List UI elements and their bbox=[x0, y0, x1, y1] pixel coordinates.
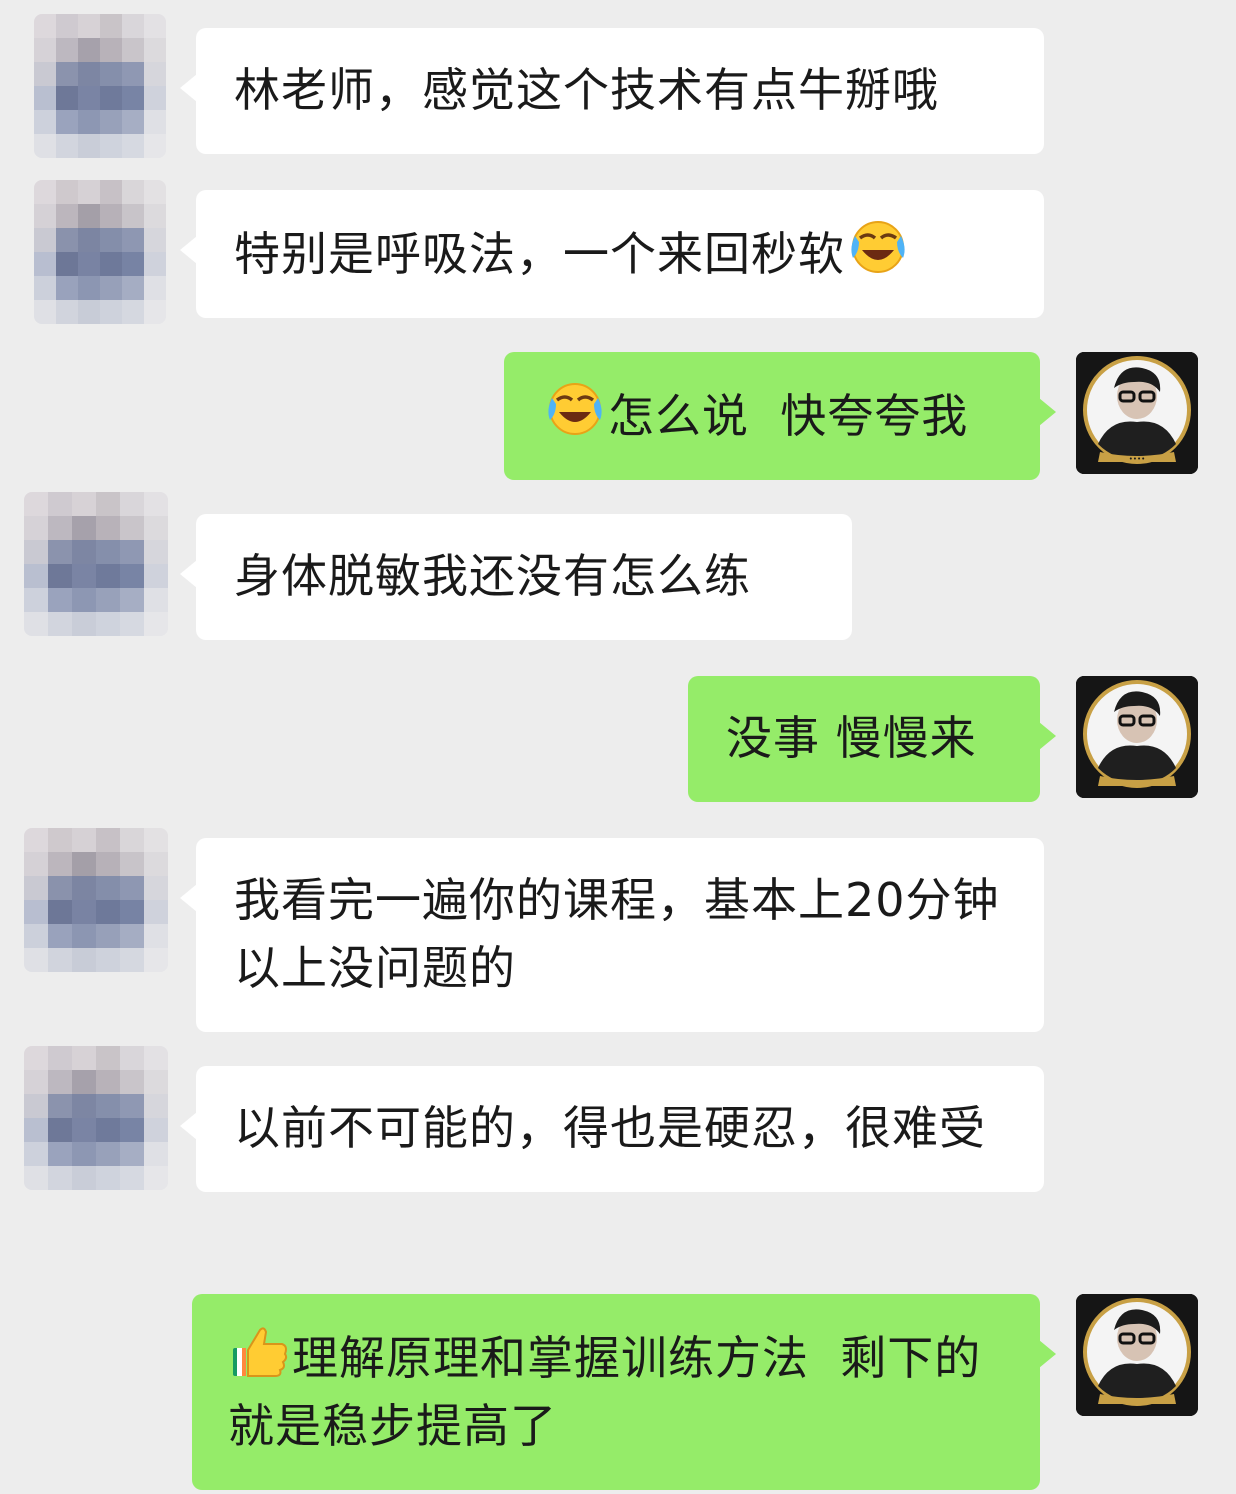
message-text: 怎么说 快夸夸我 bbox=[608, 389, 969, 443]
message-text: 我看完一遍你的课程，基本上20分钟以上没问题的 bbox=[234, 873, 1000, 995]
chat-bubble[interactable]: 身体脱敏我还没有怎么练 bbox=[180, 514, 852, 640]
chat-bubble[interactable]: 以前不可能的，得也是硬忍，很难受 bbox=[180, 1066, 1044, 1192]
message-text: 身体脱敏我还没有怎么练 bbox=[234, 549, 751, 603]
contact-avatar[interactable] bbox=[34, 14, 166, 158]
chat-bubble[interactable]: 特别是呼吸法，一个来回秒软 bbox=[180, 190, 1044, 318]
contact-avatar[interactable] bbox=[34, 180, 166, 324]
svg-text:••••: •••• bbox=[1129, 455, 1146, 463]
my-avatar[interactable] bbox=[1076, 676, 1198, 798]
chat-bubble[interactable]: 怎么说 快夸夸我 bbox=[504, 352, 1056, 480]
face-with-tears-of-joy-icon bbox=[548, 383, 602, 435]
contact-avatar[interactable] bbox=[24, 492, 168, 636]
thumbs-up-icon bbox=[233, 1327, 288, 1377]
my-avatar[interactable]: •••• bbox=[1076, 352, 1198, 474]
chat-bubble[interactable]: 没事 慢慢来 bbox=[688, 676, 1056, 802]
message-text: 特别是呼吸法，一个来回秒软 bbox=[234, 227, 845, 281]
portrait-icon bbox=[1076, 676, 1198, 798]
chat-bubble[interactable]: 理解原理和掌握训练方法 剩下的就是稳步提高了 bbox=[192, 1294, 1056, 1490]
chat-bubble[interactable]: 林老师，感觉这个技术有点牛掰哦 bbox=[180, 28, 1044, 154]
my-avatar[interactable] bbox=[1076, 1294, 1198, 1416]
face-with-tears-of-joy-icon bbox=[851, 221, 905, 273]
message-text: 理解原理和掌握训练方法 剩下的就是稳步提高了 bbox=[228, 1331, 982, 1453]
message-text: 没事 慢慢来 bbox=[726, 711, 977, 765]
message-text: 以前不可能的，得也是硬忍，很难受 bbox=[234, 1101, 986, 1155]
contact-avatar[interactable] bbox=[24, 828, 168, 972]
chat-bubble[interactable]: 我看完一遍你的课程，基本上20分钟以上没问题的 bbox=[180, 838, 1044, 1032]
portrait-icon: •••• bbox=[1076, 352, 1198, 474]
portrait-icon bbox=[1076, 1294, 1198, 1416]
contact-avatar[interactable] bbox=[24, 1046, 168, 1190]
message-text: 林老师，感觉这个技术有点牛掰哦 bbox=[234, 63, 939, 117]
